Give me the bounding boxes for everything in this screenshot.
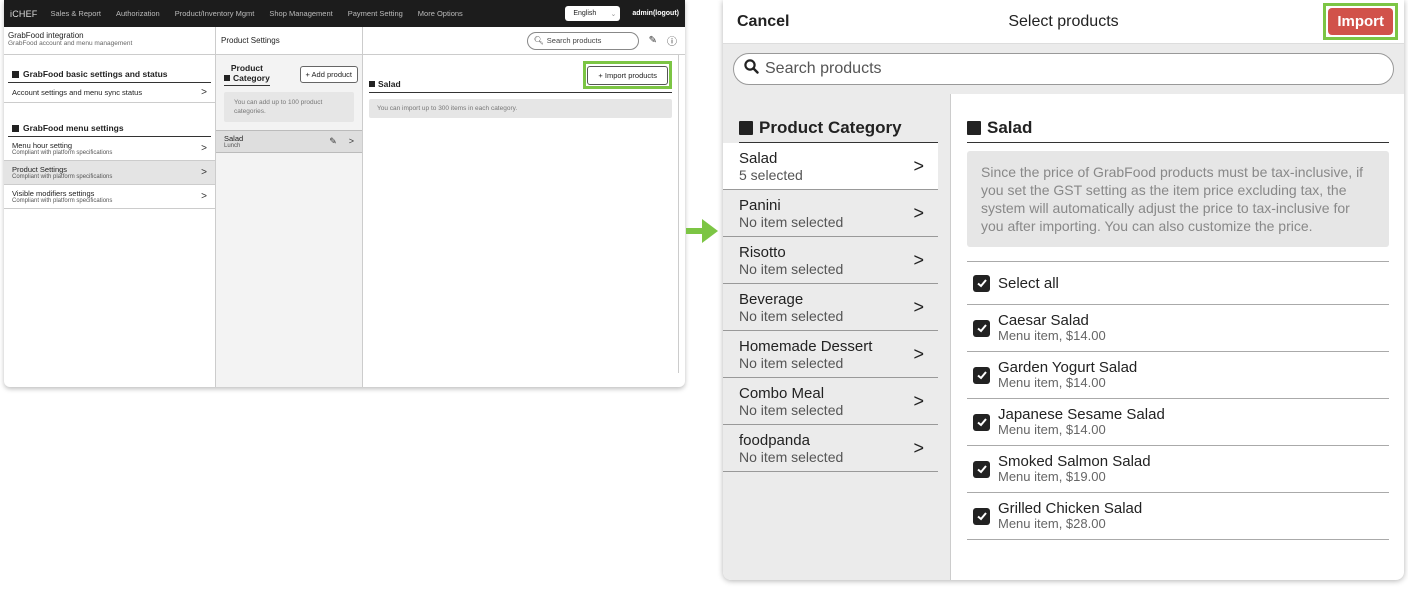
page-title: Product Settings xyxy=(221,36,280,45)
language-value: English xyxy=(573,10,597,17)
chevron-right-icon: > xyxy=(913,296,924,317)
modal-title: Select products xyxy=(1008,12,1119,30)
chevron-right-icon: > xyxy=(913,437,924,458)
sidebar-item-account-settings[interactable]: Account settings and menu sync status > xyxy=(4,83,215,103)
sidebar-header: GrabFood integration GrabFood account an… xyxy=(4,27,215,55)
section-title: Salad xyxy=(967,118,1389,143)
arrow-right-icon xyxy=(686,219,718,243)
sidebar-title: GrabFood integration xyxy=(8,31,84,40)
nav-payment-setting[interactable]: Payment Setting xyxy=(348,9,403,18)
category-item-panini[interactable]: Panini No item selected > xyxy=(723,190,938,237)
modal-header: Cancel Select products Import xyxy=(723,0,1404,44)
checkbox-checked-icon xyxy=(973,366,990,384)
square-bullet-icon xyxy=(369,81,375,87)
section-menu-settings: GrabFood menu settings xyxy=(8,123,211,137)
nav-shop-management[interactable]: Shop Management xyxy=(269,9,332,18)
nav-product-inventory[interactable]: Product/Inventory Mgmt xyxy=(175,9,255,18)
sidebar-item-menu-hour[interactable]: Menu hour setting Compliant with platfor… xyxy=(4,137,215,161)
product-category-list: Product Category Salad 5 selected > Panin… xyxy=(723,94,951,580)
search-bar: Search products xyxy=(723,44,1404,94)
checkbox-checked-icon xyxy=(973,507,990,525)
product-item-smoked-salmon-salad[interactable]: Smoked Salmon Salad Menu item, $19.00 xyxy=(967,446,1389,493)
chevron-right-icon: > xyxy=(913,390,924,411)
chevron-down-icon: ⌄ xyxy=(610,10,617,18)
square-bullet-icon xyxy=(224,75,230,81)
category-item-homemade-dessert[interactable]: Homemade Dessert No item selected > xyxy=(723,331,938,378)
grabfood-admin-screenshot: iCHEF Sales & Report Authorization Produ… xyxy=(4,0,685,387)
nav-authorization[interactable]: Authorization xyxy=(116,9,160,18)
product-item-japanese-sesame-salad[interactable]: Japanese Sesame Salad Menu item, $14.00 xyxy=(967,399,1389,446)
search-icon: 🔍︎ xyxy=(533,36,544,45)
nav-more-options[interactable]: More Options xyxy=(418,9,463,18)
square-bullet-icon xyxy=(12,70,19,78)
product-settings-header: Product Settings xyxy=(216,27,362,55)
chevron-right-icon: > xyxy=(913,155,924,176)
import-button[interactable]: Import xyxy=(1328,8,1393,35)
category-limit-note: You can add up to 100 product categories… xyxy=(224,92,354,122)
category-heading: Salad xyxy=(369,79,401,89)
product-list-panel: 🔍︎ Search products ✎ ⓘ Salad + Import pr… xyxy=(363,27,685,387)
add-product-button[interactable]: + Add product xyxy=(299,66,358,83)
chevron-right-icon: > xyxy=(913,202,924,223)
admin-logout-link[interactable]: admin(logout) xyxy=(632,10,679,17)
chevron-right-icon: > xyxy=(201,167,207,178)
category-list-title: Product Category xyxy=(739,118,938,143)
category-item-foodpanda[interactable]: foodpanda No item selected > xyxy=(723,425,938,472)
product-item-caesar-salad[interactable]: Caesar Salad Menu item, $14.00 xyxy=(967,305,1389,352)
sidebar-item-product-settings[interactable]: Product Settings Compliant with platform… xyxy=(4,161,215,185)
sidebar-subtitle: GrabFood account and menu management xyxy=(8,40,133,47)
edit-icon[interactable]: ✎ xyxy=(329,136,337,147)
search-input[interactable]: 🔍︎ Search products xyxy=(526,31,639,50)
tax-inclusive-note: Since the price of GrabFood products mus… xyxy=(967,151,1389,247)
chevron-right-icon: > xyxy=(348,136,354,146)
category-item-beverage[interactable]: Beverage No item selected > xyxy=(723,284,938,331)
category-item-combo-meal[interactable]: Combo Meal No item selected > xyxy=(723,378,938,425)
section-basic-settings: GrabFood basic settings and status xyxy=(8,69,211,83)
select-products-modal: Cancel Select products Import Search pro… xyxy=(723,0,1404,580)
language-select[interactable]: English ⌄ xyxy=(565,6,621,21)
help-icon[interactable]: ⓘ xyxy=(667,33,677,48)
chevron-right-icon: > xyxy=(201,87,207,98)
square-bullet-icon xyxy=(12,124,19,132)
chevron-right-icon: > xyxy=(201,191,207,202)
product-item-grilled-chicken-salad[interactable]: Grilled Chicken Salad Menu item, $28.00 xyxy=(967,493,1389,540)
import-products-button[interactable]: + Import products xyxy=(587,66,668,85)
cancel-button[interactable]: Cancel xyxy=(737,13,789,31)
product-selection-panel: Salad Since the price of GrabFood produc… xyxy=(951,94,1404,580)
edit-icon[interactable]: ✎ xyxy=(649,35,657,46)
search-icon xyxy=(744,59,759,79)
import-limit-note: You can import up to 300 items in each c… xyxy=(369,99,672,118)
checkbox-checked-icon xyxy=(973,460,990,478)
select-all-checkbox[interactable]: Select all xyxy=(967,261,1389,305)
brand-logo: iCHEF xyxy=(10,8,38,19)
chevron-right-icon: > xyxy=(913,343,924,364)
import-products-highlight: + Import products xyxy=(583,61,672,89)
nav-sales-report[interactable]: Sales & Report xyxy=(51,9,101,18)
search-input[interactable]: Search products xyxy=(733,53,1394,85)
checkbox-checked-icon xyxy=(973,413,990,431)
checkbox-checked-icon xyxy=(973,274,990,292)
category-title: Product Category xyxy=(224,63,270,86)
product-category-panel: Product Settings Product Category + Add … xyxy=(216,27,363,387)
chevron-right-icon: > xyxy=(201,143,207,154)
product-item-garden-yogurt-salad[interactable]: Garden Yogurt Salad Menu item, $14.00 xyxy=(967,352,1389,399)
sidebar-item-visible-modifiers[interactable]: Visible modifiers settings Compliant wit… xyxy=(4,185,215,209)
category-item-salad[interactable]: Salad 5 selected > xyxy=(723,143,938,190)
chevron-right-icon: > xyxy=(913,249,924,270)
top-navigation: iCHEF Sales & Report Authorization Produ… xyxy=(4,0,685,27)
checkbox-checked-icon xyxy=(973,319,990,337)
category-row-salad[interactable]: Salad Lunch ✎ > xyxy=(216,130,362,153)
import-highlight: Import xyxy=(1323,3,1398,40)
category-item-risotto[interactable]: Risotto No item selected > xyxy=(723,237,938,284)
square-bullet-icon xyxy=(739,121,753,135)
settings-sidebar: GrabFood integration GrabFood account an… xyxy=(4,27,216,387)
square-bullet-icon xyxy=(967,121,981,135)
